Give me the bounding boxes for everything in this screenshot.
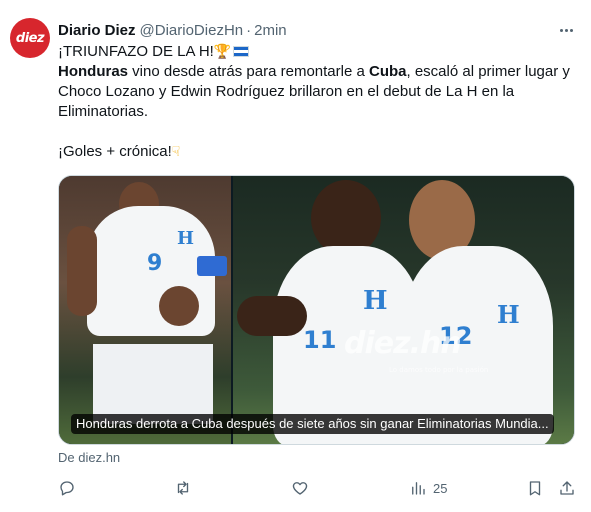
bold-cuba: Cuba bbox=[368, 63, 407, 80]
tweet-paragraph: Honduras vino desde atrás para remontarl… bbox=[58, 62, 578, 122]
separator-dot: · bbox=[246, 21, 252, 39]
retweet-button[interactable] bbox=[174, 476, 198, 500]
bookmark-button[interactable] bbox=[526, 476, 544, 500]
timestamp[interactable]: 2min bbox=[254, 22, 287, 39]
crest-right-1: H bbox=[363, 286, 388, 316]
jersey-number-right-1: 11 bbox=[303, 326, 337, 354]
photo-players-celebrating: H H 11 12 bbox=[233, 176, 574, 444]
tweet-card[interactable]: diez Diario Diez @DiarioDiezHn · 2min ¡T… bbox=[0, 0, 591, 512]
views-button[interactable]: 25 bbox=[409, 476, 447, 500]
views-count: 25 bbox=[433, 480, 448, 496]
tweet-line-1: ¡TRIUNFAZO DE LA H!🏆 bbox=[58, 42, 578, 62]
paragraph-text-1: vino desde atrás para remontarle a bbox=[128, 63, 369, 80]
pointing-down-icon: ☟ bbox=[171, 144, 181, 160]
tweet-line-3: ¡Goles + crónica!☟ bbox=[58, 142, 578, 162]
share-icon bbox=[560, 481, 574, 495]
author-name[interactable]: Diario Diez bbox=[58, 22, 136, 39]
captain-armband bbox=[197, 256, 227, 276]
card-caption[interactable]: Honduras derrota a Cuba después de siete… bbox=[71, 414, 554, 434]
action-bar: 25 bbox=[58, 476, 578, 500]
tweet-header: Diario Diez @DiarioDiezHn · 2min bbox=[58, 20, 287, 40]
link-card[interactable]: 9 H H H 11 12 diez.hn Lo damos todo por … bbox=[58, 175, 575, 445]
watermark: diez.hn bbox=[344, 326, 462, 361]
views-icon bbox=[412, 482, 425, 495]
bookmark-icon bbox=[529, 481, 541, 496]
cta-text: ¡Goles + crónica! bbox=[58, 143, 172, 160]
author-handle[interactable]: @DiarioDiezHn bbox=[140, 22, 244, 39]
tweet-text: ¡TRIUNFAZO DE LA H!🏆 Honduras vino desde… bbox=[58, 42, 578, 162]
watermark-tagline: Lo damos todo por la pasión bbox=[389, 366, 489, 374]
more-icon[interactable] bbox=[554, 20, 578, 40]
crest-right-2: H bbox=[497, 300, 520, 329]
reply-button[interactable] bbox=[58, 476, 82, 500]
photo-player-kiss: 9 H bbox=[59, 176, 231, 444]
honduras-flag-icon bbox=[233, 46, 250, 57]
like-button[interactable] bbox=[291, 476, 315, 500]
trophy-icon: 🏆 bbox=[213, 44, 232, 60]
bold-honduras: Honduras bbox=[58, 63, 129, 80]
reply-icon bbox=[60, 481, 74, 496]
retweet-icon bbox=[177, 481, 189, 495]
jersey-number-left: 9 bbox=[147, 251, 163, 276]
avatar[interactable]: diez bbox=[10, 18, 50, 58]
crest-left: H bbox=[177, 228, 195, 249]
card-source-link[interactable]: De diez.hn bbox=[58, 450, 120, 465]
like-icon bbox=[292, 482, 308, 495]
share-button[interactable] bbox=[558, 476, 576, 500]
headline-text: ¡TRIUNFAZO DE LA H! bbox=[58, 43, 214, 60]
avatar-logo-text: diez bbox=[15, 30, 45, 46]
